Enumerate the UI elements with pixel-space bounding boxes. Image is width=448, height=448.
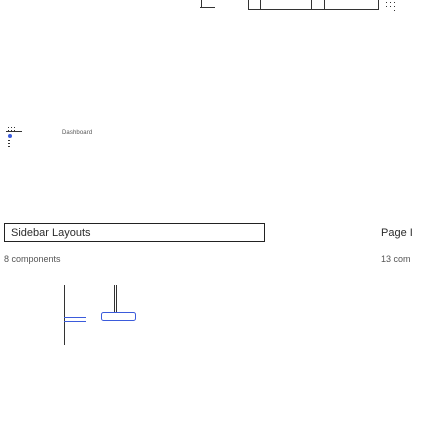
dashboard-label: Dashboard xyxy=(62,130,93,136)
page: Dashboard Sidebar Layouts 8 components P… xyxy=(0,0,448,448)
card-subtitle-page: 13 com xyxy=(381,254,411,264)
card-title-sidebar-layouts[interactable]: Sidebar Layouts xyxy=(11,225,91,241)
sidebar-layouts-wireframe-preview xyxy=(0,285,200,345)
dashboard-wireframe-thumbnail xyxy=(0,90,200,160)
card-title-page[interactable]: Page I xyxy=(381,226,413,240)
sidebar-layouts-card-title-box[interactable]: Sidebar Layouts xyxy=(4,223,265,242)
top-wireframe-preview xyxy=(0,0,448,60)
card-subtitle-sidebar-layouts: 8 components xyxy=(4,254,61,264)
